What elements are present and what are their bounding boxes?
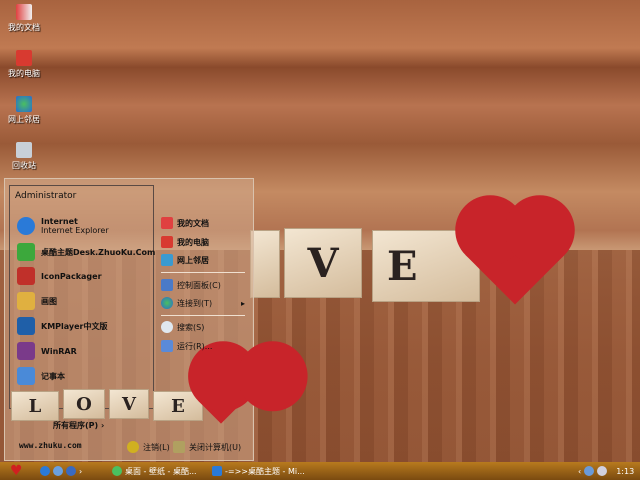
logoff-button[interactable]: 注销(L) (127, 441, 170, 453)
menu-block-l: L (11, 391, 59, 421)
iconpackager-icon (17, 267, 35, 285)
paint-icon (17, 292, 35, 310)
menu-item-kmplayer[interactable]: KMPlayer中文版 (17, 317, 108, 335)
kmplayer-icon (17, 317, 35, 335)
media-icon[interactable] (66, 466, 76, 476)
menu-item-run[interactable]: 运行(R)... (161, 340, 212, 352)
menu-item-search[interactable]: 搜索(S) (161, 321, 204, 333)
menu-item-zhuoku[interactable]: 桌酷主题Desk.ZhuoKu.Com (17, 243, 155, 261)
wallpaper-block-v: V (284, 228, 362, 298)
menu-block-v: V (109, 389, 149, 419)
website-label: www.zhuku.com (19, 441, 82, 450)
desktop-icon-recycle-bin[interactable]: 回收站 (2, 142, 46, 171)
network-tray-icon[interactable] (584, 466, 595, 476)
menu-separator (161, 272, 245, 273)
network-icon (16, 96, 32, 112)
logoff-icon (127, 441, 139, 453)
start-menu: Administrator Internet Internet Explorer … (4, 178, 254, 461)
all-programs-button[interactable]: 所有程序(P) › (53, 420, 104, 431)
menu-separator (161, 315, 245, 316)
system-tray: ‹ 1:13 (578, 466, 634, 476)
taskbar-item-browser[interactable]: 桌面 - 壁纸 - 桌酷... (112, 466, 197, 477)
taskbar-item-zhuoku[interactable]: -=>>桌酷主题 - Mi... (212, 466, 305, 477)
recycle-bin-icon (16, 142, 32, 158)
browser-icon (112, 466, 122, 476)
shutdown-icon (173, 441, 185, 453)
run-icon (161, 340, 173, 352)
network-icon (161, 254, 173, 266)
taskbar: ♥ › 桌面 - 壁纸 - 桌酷... -=>>桌酷主题 - Mi... ‹ 1… (0, 462, 640, 480)
my-documents-icon (16, 4, 32, 20)
menu-item-control-panel[interactable]: 控制面板(C) (161, 279, 221, 291)
menu-item-notepad[interactable]: 记事本 (17, 367, 65, 385)
start-button[interactable]: ♥ (10, 463, 23, 479)
user-name: Administrator (15, 191, 77, 201)
desktop-icon-my-computer[interactable]: 我的电脑 (2, 50, 46, 79)
clock: 1:13 (616, 466, 635, 476)
menu-item-my-documents[interactable]: 我的文档 (161, 217, 209, 229)
desktop-icon-network[interactable]: 网上邻居 (2, 96, 46, 125)
menu-item-internet[interactable]: Internet Internet Explorer (17, 217, 109, 235)
quick-launch-chevron-icon[interactable]: › (79, 467, 82, 476)
tray-chevron-icon[interactable]: ‹ (578, 467, 581, 476)
winrar-icon (17, 342, 35, 360)
menu-item-iconpackager[interactable]: IconPackager (17, 267, 102, 285)
menu-block-o: O (63, 389, 105, 419)
menu-item-my-computer[interactable]: 我的电脑 (161, 236, 209, 248)
wallpaper-block-partial (250, 230, 280, 298)
connect-icon (161, 297, 173, 309)
internet-explorer-icon (17, 217, 35, 235)
desktop-icon-my-documents[interactable]: 我的文档 (2, 4, 46, 33)
menu-item-network[interactable]: 网上邻居 (161, 254, 209, 266)
menu-item-paint[interactable]: 画图 (17, 292, 57, 310)
zhuoku-icon (17, 243, 35, 261)
submenu-arrow-icon: ▸ (240, 298, 245, 308)
control-panel-icon (161, 279, 173, 291)
my-computer-icon (161, 236, 173, 248)
menu-heart (198, 378, 244, 424)
menu-item-winrar[interactable]: WinRAR (17, 342, 77, 360)
quick-launch: › (40, 466, 82, 476)
ie-icon (212, 466, 222, 476)
menu-item-connect-to[interactable]: 连接到(T) ▸ (161, 297, 245, 309)
volume-icon[interactable] (597, 466, 608, 476)
ie-icon[interactable] (40, 466, 50, 476)
my-documents-icon (161, 217, 173, 229)
shutdown-button[interactable]: 关闭计算机(U) (173, 441, 241, 453)
browser-icon[interactable] (53, 466, 63, 476)
notepad-icon (17, 367, 35, 385)
my-computer-icon (16, 50, 32, 66)
search-icon (161, 321, 173, 333)
